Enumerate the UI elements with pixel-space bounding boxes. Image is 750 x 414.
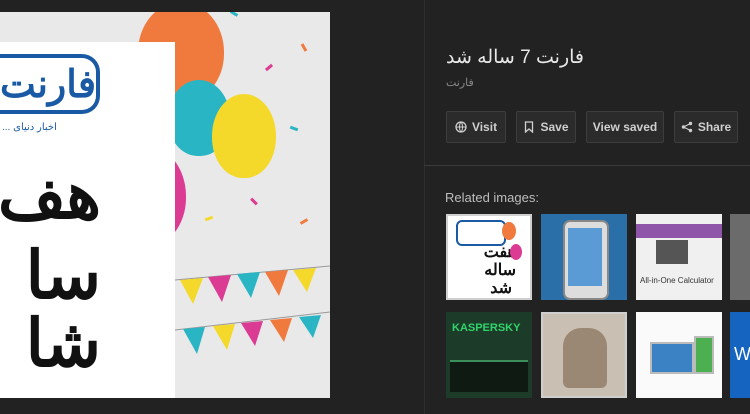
image-source[interactable]: فارنت bbox=[446, 76, 474, 89]
related-thumb-phone[interactable] bbox=[541, 214, 627, 300]
related-thumb-figurine[interactable] bbox=[541, 312, 627, 398]
related-thumb-farnet[interactable]: هفت ساله شد bbox=[446, 214, 532, 300]
view-saved-label: View saved bbox=[592, 120, 658, 134]
share-icon bbox=[681, 121, 693, 133]
confetti bbox=[299, 218, 309, 225]
image-title[interactable]: فارنت 7 ساله شد bbox=[446, 46, 584, 69]
related-images-label: Related images: bbox=[445, 190, 539, 205]
share-label: Share bbox=[697, 120, 732, 134]
related-thumb-windows[interactable]: W bbox=[730, 312, 750, 398]
poster-word-2: سا bbox=[25, 238, 101, 312]
poster-word-1: هف bbox=[0, 158, 101, 232]
confetti bbox=[300, 43, 308, 52]
thumb-balloon bbox=[510, 244, 522, 260]
related-thumb-devices[interactable] bbox=[636, 312, 722, 398]
confetti bbox=[204, 215, 214, 222]
globe-icon bbox=[455, 121, 467, 133]
poster-word-3: شا bbox=[25, 306, 101, 380]
related-thumb-kaspersky[interactable]: KASPERSKY bbox=[446, 312, 532, 398]
related-thumb-calculator[interactable]: All-in-One Calculator bbox=[636, 214, 722, 300]
farnet-logo: فارنت bbox=[0, 54, 100, 114]
bunting bbox=[175, 265, 330, 354]
save-button[interactable]: Save bbox=[516, 111, 576, 143]
visit-button[interactable]: Visit bbox=[446, 111, 506, 143]
calc-bar bbox=[636, 224, 722, 238]
balloon-yellow bbox=[212, 94, 276, 178]
windows-caption: W bbox=[734, 344, 750, 364]
device-phone bbox=[694, 336, 714, 374]
share-button[interactable]: Share bbox=[674, 111, 738, 143]
kaspersky-caption: KASPERSKY bbox=[452, 322, 521, 334]
device-laptop bbox=[650, 342, 694, 374]
visit-label: Visit bbox=[471, 120, 498, 134]
logo-tagline: اخبار دنیای ... bbox=[2, 122, 57, 133]
related-thumb-partial-1[interactable] bbox=[730, 214, 750, 300]
confetti bbox=[250, 197, 258, 206]
panel-divider bbox=[424, 0, 425, 414]
thumb-balloon bbox=[502, 222, 516, 240]
thumb-caption-2: ساله bbox=[484, 262, 516, 279]
confetti bbox=[289, 125, 299, 132]
thumb-caption-3: شد bbox=[490, 280, 512, 297]
figurine-shape bbox=[563, 328, 607, 388]
keyboard-shape bbox=[450, 360, 528, 392]
confetti bbox=[264, 63, 274, 72]
phone-screen bbox=[568, 228, 602, 286]
poster-card: فارنت اخبار دنیای ... هف سا شا bbox=[0, 42, 175, 398]
section-divider bbox=[424, 165, 750, 166]
image-preview[interactable]: فارنت اخبار دنیای ... هف سا شا bbox=[0, 12, 330, 398]
view-saved-button[interactable]: View saved bbox=[586, 111, 664, 143]
confetti bbox=[229, 12, 239, 17]
calc-caption: All-in-One Calculator bbox=[640, 276, 714, 285]
bookmark-icon bbox=[525, 121, 534, 133]
calc-keys bbox=[656, 240, 688, 264]
save-label: Save bbox=[540, 120, 569, 134]
